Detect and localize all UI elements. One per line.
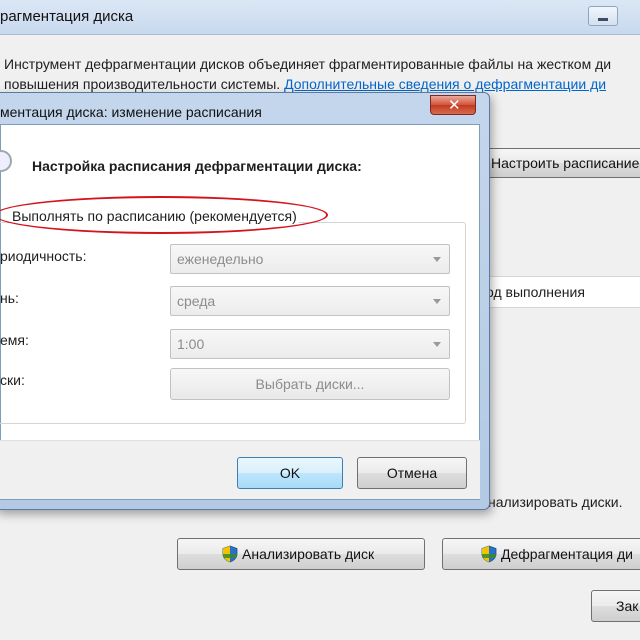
cancel-label: Отмена — [386, 465, 438, 481]
minimize-icon — [598, 18, 608, 21]
close-button[interactable]: Зак — [591, 590, 640, 622]
description-line-2: повышения производительности системы. До… — [4, 74, 640, 94]
main-window-title: рагментация диска — [0, 8, 134, 25]
shield-icon — [222, 545, 238, 563]
ok-button[interactable]: OK — [237, 457, 343, 489]
frequency-select[interactable]: еженедельно — [170, 244, 450, 274]
cancel-button[interactable]: Отмена — [357, 457, 467, 489]
analyze-disk-label: Анализировать диск — [242, 546, 375, 562]
disks-label: ски: — [0, 372, 25, 388]
defragment-disk-label: Дефрагментация ди — [501, 546, 633, 562]
frequency-value: еженедельно — [177, 251, 264, 267]
configure-schedule-label: Настроить расписание — [491, 155, 640, 171]
frequency-label: риодичность: — [0, 248, 87, 264]
configure-schedule-button[interactable]: Настроить расписание — [482, 148, 640, 178]
day-value: среда — [177, 293, 216, 309]
chevron-down-icon — [433, 257, 441, 262]
highlight-ellipse — [0, 196, 328, 234]
column-header-progress[interactable]: од выполнения — [486, 284, 585, 300]
chevron-down-icon — [433, 342, 441, 347]
time-select[interactable]: 1:00 — [170, 329, 450, 359]
shield-icon — [481, 545, 497, 563]
description-line-2-prefix: повышения производительности системы. — [4, 76, 285, 92]
defragment-disk-button[interactable]: Дефрагментация ди — [442, 538, 640, 570]
select-disks-button[interactable]: Выбрать диски... — [170, 368, 450, 400]
dialog-title: ментация диска: изменение расписания — [0, 104, 262, 120]
day-label: нь: — [0, 290, 19, 306]
chevron-down-icon — [433, 299, 441, 304]
dialog-close-button[interactable]: ✕ — [430, 95, 476, 115]
close-label: Зак — [616, 598, 639, 614]
description-line-1: Инструмент дефрагментации дисков объедин… — [4, 56, 612, 72]
time-value: 1:00 — [177, 336, 205, 352]
dialog-heading: Настройка расписания дефрагментации диск… — [32, 158, 362, 174]
minimize-button[interactable] — [588, 6, 618, 26]
learn-more-link[interactable]: Дополнительные сведения о дефрагментации… — [284, 76, 606, 92]
analyze-hint-text: нализировать диски. — [488, 494, 623, 510]
time-label: емя: — [0, 332, 29, 348]
ok-label: OK — [279, 465, 301, 481]
day-select[interactable]: среда — [170, 286, 450, 316]
analyze-disk-button[interactable]: Анализировать диск — [177, 538, 425, 570]
close-icon: ✕ — [448, 97, 461, 114]
description-text: Инструмент дефрагментации дисков объедин… — [4, 54, 640, 94]
